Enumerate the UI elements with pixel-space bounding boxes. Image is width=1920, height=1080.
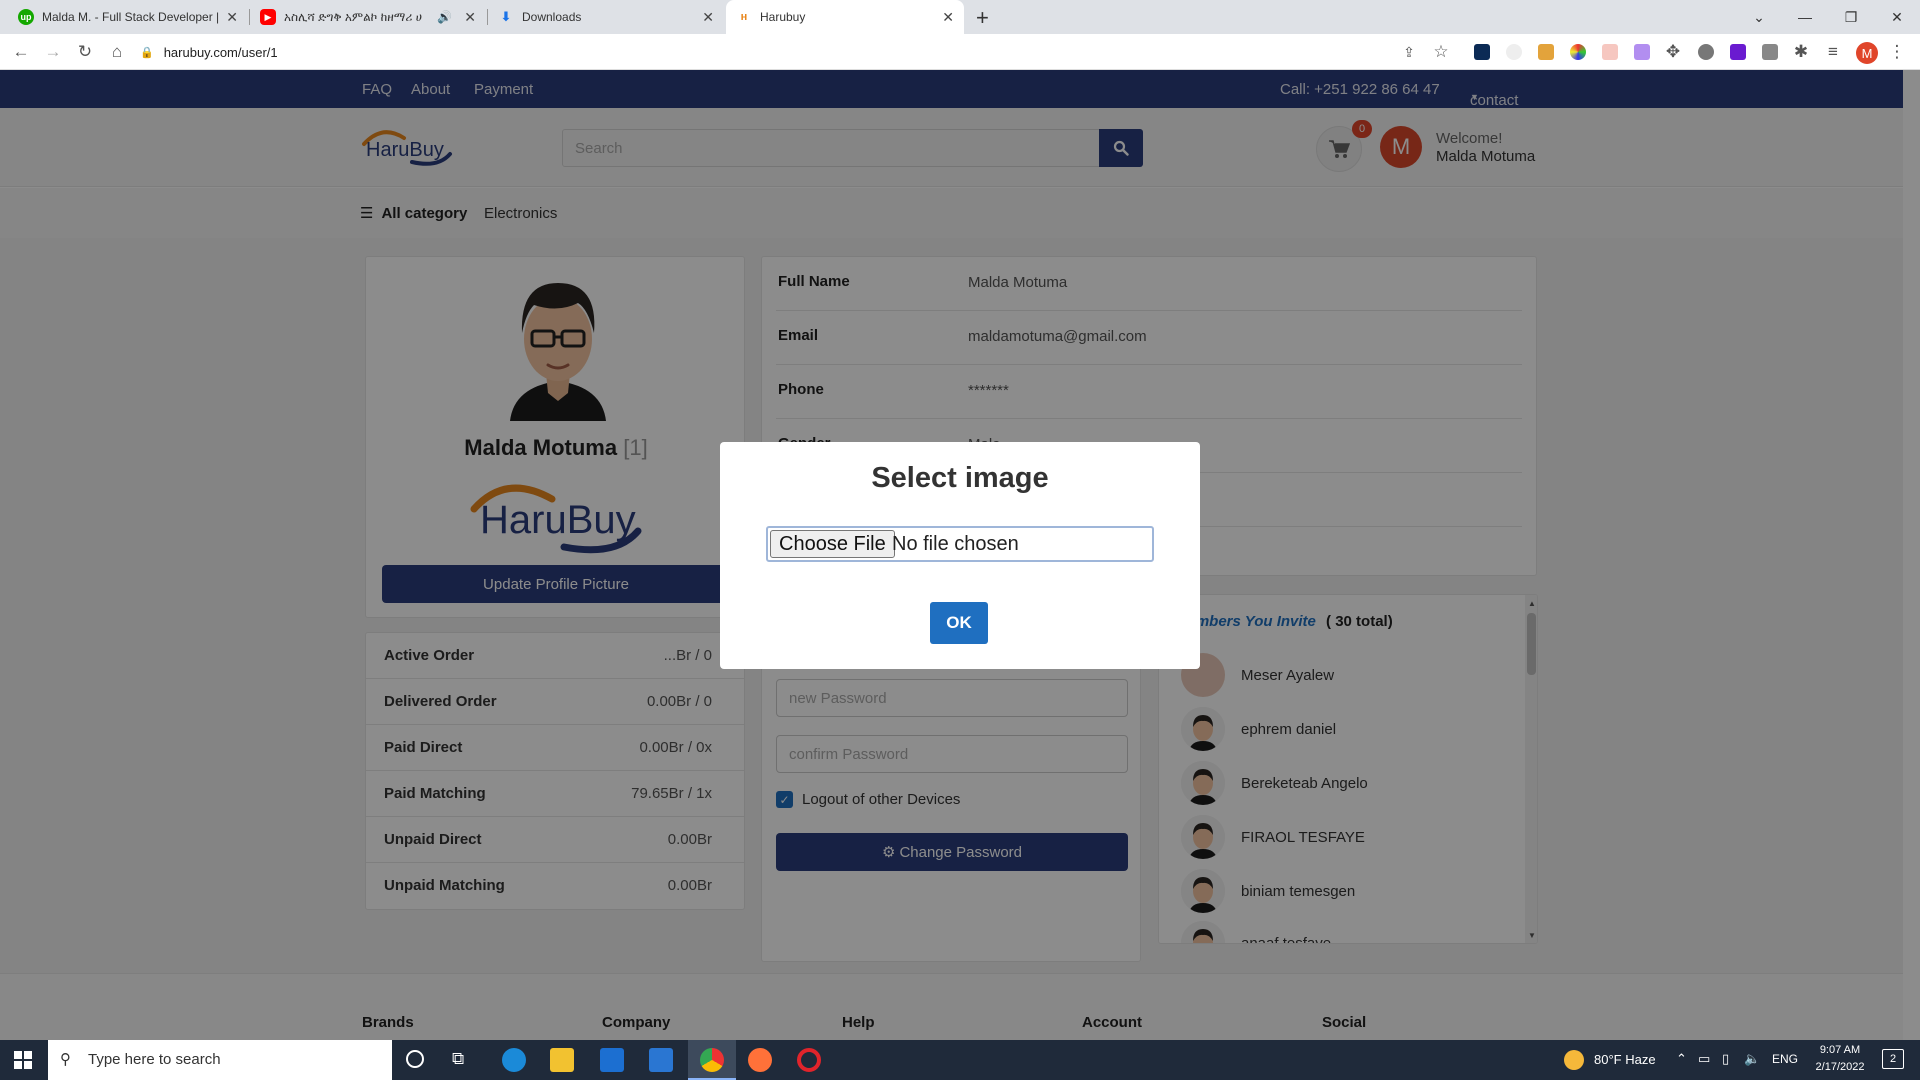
forward-icon[interactable]: → bbox=[42, 41, 64, 63]
restore-button[interactable]: ❐ bbox=[1828, 0, 1874, 34]
back-icon[interactable]: ← bbox=[10, 41, 32, 63]
tab-search-icon[interactable]: ⌄ bbox=[1736, 0, 1782, 34]
weather-icon bbox=[1564, 1050, 1584, 1070]
browser-tab-strip: up Malda M. - Full Stack Developer | ✕ ▶… bbox=[0, 0, 1920, 34]
select-image-modal: Select image Choose File No file chosen … bbox=[720, 442, 1200, 669]
chrome-taskbar-button[interactable] bbox=[688, 1040, 736, 1080]
minimize-button[interactable]: — bbox=[1782, 0, 1828, 34]
speaker-icon[interactable]: 🔊 bbox=[437, 10, 452, 24]
extension-icon[interactable] bbox=[1730, 44, 1746, 60]
chrome-icon bbox=[700, 1048, 724, 1072]
taskbar-search-box[interactable]: ⚲ Type here to search bbox=[48, 1040, 392, 1080]
extension-icon[interactable] bbox=[1506, 44, 1522, 60]
menu-dots-icon[interactable]: ⋮ bbox=[1886, 41, 1908, 63]
store-icon[interactable] bbox=[600, 1048, 624, 1072]
weather-text[interactable]: 80°F Haze bbox=[1594, 1052, 1656, 1067]
modal-title: Select image bbox=[871, 462, 1049, 494]
tab-harubuy[interactable]: ʜ Harubuy ✕ bbox=[726, 0, 964, 34]
youtube-icon: ▶ bbox=[260, 9, 276, 25]
windows-taskbar: ⚲ Type here to search ⧉ 80°F Haze ⌃ ▭ ▯ … bbox=[0, 1040, 1920, 1080]
tab-downloads[interactable]: ⬇ Downloads ✕ bbox=[488, 0, 724, 34]
file-status-text: No file chosen bbox=[892, 533, 1019, 555]
color-picker-extension-icon[interactable] bbox=[1570, 44, 1586, 60]
reload-icon[interactable]: ↻ bbox=[74, 41, 96, 63]
notification-icon[interactable]: 2 bbox=[1882, 1049, 1904, 1069]
address-bar-row: ← → ↻ ⌂ 🔒 harubuy.com/user/1 ⇪ ☆ ✥ ✱ ≡ M… bbox=[0, 34, 1920, 70]
mail-icon[interactable] bbox=[649, 1048, 673, 1072]
clock-date[interactable]: 2/17/2022 bbox=[1808, 1061, 1872, 1073]
lock-icon: 🔒 bbox=[140, 46, 154, 59]
upwork-icon: up bbox=[18, 9, 34, 25]
volume-icon[interactable]: 🔈 bbox=[1744, 1051, 1760, 1067]
camera-extension-icon[interactable] bbox=[1762, 44, 1778, 60]
search-icon: ⚲ bbox=[60, 1051, 71, 1068]
language-indicator[interactable]: ENG bbox=[1772, 1052, 1798, 1066]
move-icon[interactable]: ✥ bbox=[1662, 41, 1684, 63]
tray-chevron-icon[interactable]: ⌃ bbox=[1676, 1051, 1687, 1067]
bookmark-star-icon[interactable]: ☆ bbox=[1430, 41, 1452, 63]
extension-icon[interactable] bbox=[1634, 44, 1650, 60]
firefox-icon[interactable] bbox=[748, 1048, 772, 1072]
close-tab-icon[interactable]: ✕ bbox=[464, 9, 476, 26]
extension-icon[interactable] bbox=[1698, 44, 1714, 60]
download-icon: ⬇ bbox=[500, 9, 512, 24]
close-window-button[interactable]: ✕ bbox=[1874, 0, 1920, 34]
url-field[interactable]: 🔒 harubuy.com/user/1 bbox=[140, 42, 278, 62]
close-tab-icon[interactable]: ✕ bbox=[702, 9, 714, 26]
choose-file-button[interactable]: Choose File bbox=[770, 530, 895, 558]
task-view-icon[interactable]: ⧉ bbox=[452, 1049, 464, 1069]
puzzle-extensions-icon[interactable]: ✱ bbox=[1790, 41, 1812, 63]
tab-youtube[interactable]: ▶ አስሊሻ ድግቅ አምልኮ ከዘማሪ ሀ 🔊 ✕ bbox=[250, 0, 486, 34]
clock-time[interactable]: 9:07 AM bbox=[1808, 1044, 1872, 1056]
extension-icon[interactable] bbox=[1538, 44, 1554, 60]
profile-avatar[interactable]: M bbox=[1856, 42, 1878, 64]
file-explorer-icon[interactable] bbox=[550, 1048, 574, 1072]
battery-icon[interactable]: ▯ bbox=[1722, 1051, 1729, 1067]
close-tab-icon[interactable]: ✕ bbox=[942, 9, 954, 26]
network-icon[interactable]: ▭ bbox=[1698, 1051, 1710, 1067]
edge-icon[interactable] bbox=[502, 1048, 526, 1072]
ok-button[interactable]: OK bbox=[930, 602, 988, 644]
tab-upwork[interactable]: up Malda M. - Full Stack Developer | ✕ bbox=[8, 0, 248, 34]
share-icon[interactable]: ⇪ bbox=[1398, 41, 1420, 63]
extension-icon[interactable] bbox=[1474, 44, 1490, 60]
opera-icon[interactable] bbox=[797, 1048, 821, 1072]
close-tab-icon[interactable]: ✕ bbox=[226, 9, 238, 26]
new-tab-button[interactable]: + bbox=[976, 5, 989, 31]
windows-start-icon[interactable] bbox=[14, 1051, 32, 1069]
reading-list-icon[interactable]: ≡ bbox=[1822, 41, 1844, 63]
file-input[interactable]: Choose File No file chosen bbox=[766, 526, 1154, 562]
harubuy-favicon: ʜ bbox=[740, 11, 748, 23]
home-icon[interactable]: ⌂ bbox=[106, 41, 128, 63]
extension-icon[interactable] bbox=[1602, 44, 1618, 60]
cortana-icon[interactable] bbox=[406, 1050, 424, 1068]
